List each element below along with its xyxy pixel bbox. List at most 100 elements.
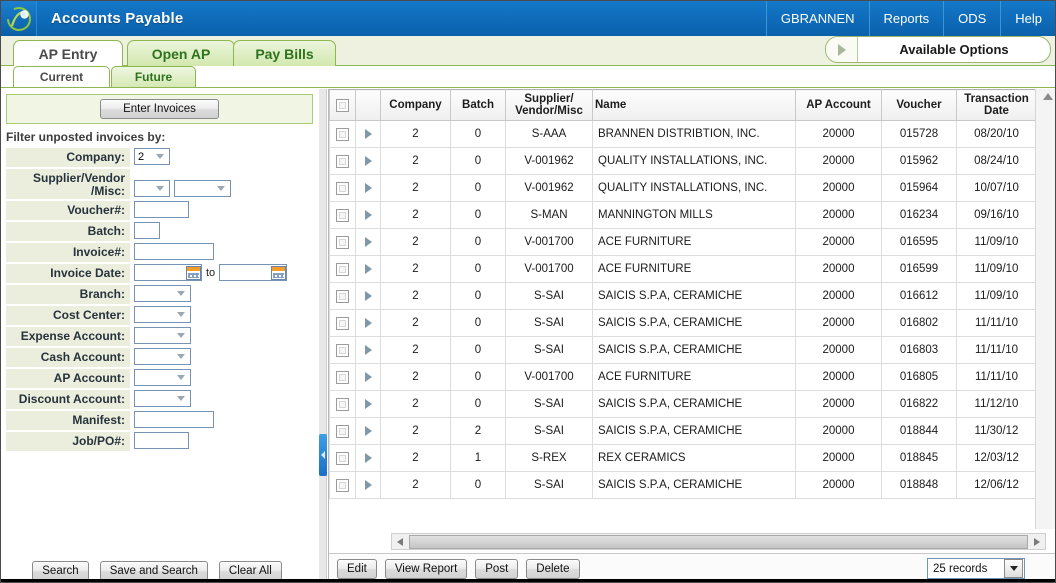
expand-row-icon[interactable]: [365, 318, 372, 328]
available-options-button[interactable]: Available Options: [825, 36, 1051, 63]
input-batch[interactable]: [134, 222, 160, 239]
input-invoice-number[interactable]: [134, 243, 214, 260]
header-name[interactable]: Name: [593, 90, 796, 121]
scroll-right-button[interactable]: [1029, 534, 1045, 549]
row-expand-cell[interactable]: [356, 391, 381, 418]
post-button[interactable]: Post: [475, 559, 518, 579]
expand-row-icon[interactable]: [365, 264, 372, 274]
row-select-cell[interactable]: [330, 445, 356, 472]
grid-vertical-scrollbar[interactable]: [1035, 89, 1056, 529]
header-supplier[interactable]: Supplier/ Vendor/Misc: [506, 90, 593, 121]
header-ap-account[interactable]: AP Account: [796, 90, 882, 121]
expand-row-icon[interactable]: [365, 426, 372, 436]
row-checkbox[interactable]: [336, 155, 349, 168]
row-checkbox[interactable]: [336, 479, 349, 492]
row-select-cell[interactable]: [330, 391, 356, 418]
header-transaction-date[interactable]: Transaction Date: [957, 90, 1037, 121]
table-row[interactable]: 22S-SAISAICIS S.P.A, CERAMICHE2000001884…: [330, 418, 1037, 445]
expand-row-icon[interactable]: [365, 210, 372, 220]
expand-row-icon[interactable]: [365, 183, 372, 193]
table-row[interactable]: 21S-REXREX CERAMICS2000001884512/03/12: [330, 445, 1037, 472]
header-select-all[interactable]: [330, 90, 356, 121]
table-row[interactable]: 20S-SAISAICIS S.P.A, CERAMICHE2000001680…: [330, 337, 1037, 364]
subtab-future[interactable]: Future: [111, 66, 196, 87]
row-checkbox[interactable]: [336, 182, 349, 195]
input-job-po[interactable]: [134, 432, 189, 449]
clear-all-button[interactable]: Clear All: [219, 561, 282, 581]
table-row[interactable]: 20S-SAISAICIS S.P.A, CERAMICHE2000001682…: [330, 391, 1037, 418]
select-cost-center[interactable]: [134, 306, 191, 323]
row-select-cell[interactable]: [330, 364, 356, 391]
row-expand-cell[interactable]: [356, 229, 381, 256]
select-discount-account[interactable]: [134, 390, 191, 407]
row-select-cell[interactable]: [330, 202, 356, 229]
select-supplier-type[interactable]: [134, 180, 170, 197]
row-checkbox[interactable]: [336, 128, 349, 141]
row-select-cell[interactable]: [330, 337, 356, 364]
expand-row-icon[interactable]: [365, 453, 372, 463]
select-all-checkbox[interactable]: [336, 99, 349, 112]
edit-button[interactable]: Edit: [337, 559, 377, 579]
row-select-cell[interactable]: [330, 148, 356, 175]
row-expand-cell[interactable]: [356, 202, 381, 229]
row-expand-cell[interactable]: [356, 148, 381, 175]
horizontal-scroll-thumb[interactable]: [409, 535, 1028, 549]
input-manifest[interactable]: [134, 411, 214, 428]
header-company[interactable]: Company: [381, 90, 451, 121]
subtab-current[interactable]: Current: [13, 66, 110, 87]
expand-row-icon[interactable]: [365, 237, 372, 247]
expand-row-icon[interactable]: [365, 129, 372, 139]
expand-row-icon[interactable]: [365, 345, 372, 355]
records-dropdown-button[interactable]: [1004, 559, 1023, 578]
row-checkbox[interactable]: [336, 398, 349, 411]
table-row[interactable]: 20S-SAISAICIS S.P.A, CERAMICHE2000001884…: [330, 472, 1037, 499]
row-checkbox[interactable]: [336, 425, 349, 438]
table-row[interactable]: 20S-AAABRANNEN DISTRIBTION, INC.20000015…: [330, 121, 1037, 148]
scroll-left-button[interactable]: [392, 534, 408, 549]
table-row[interactable]: 20V-001700ACE FURNITURE2000001680511/11/…: [330, 364, 1037, 391]
select-company[interactable]: 2: [134, 148, 170, 165]
row-expand-cell[interactable]: [356, 445, 381, 472]
select-ap-account[interactable]: [134, 369, 191, 386]
table-row[interactable]: 20V-001700ACE FURNITURE2000001659911/09/…: [330, 256, 1037, 283]
row-expand-cell[interactable]: [356, 364, 381, 391]
row-checkbox[interactable]: [336, 317, 349, 330]
row-select-cell[interactable]: [330, 229, 356, 256]
header-voucher[interactable]: Voucher: [882, 90, 957, 121]
row-select-cell[interactable]: [330, 121, 356, 148]
nav-reports[interactable]: Reports: [869, 1, 944, 36]
select-branch[interactable]: [134, 285, 191, 302]
table-row[interactable]: 20S-MANMANNINGTON MILLS2000001623409/16/…: [330, 202, 1037, 229]
view-report-button[interactable]: View Report: [385, 559, 467, 579]
row-checkbox[interactable]: [336, 452, 349, 465]
row-select-cell[interactable]: [330, 310, 356, 337]
row-select-cell[interactable]: [330, 256, 356, 283]
available-options-arrow[interactable]: [826, 37, 858, 62]
row-expand-cell[interactable]: [356, 175, 381, 202]
row-checkbox[interactable]: [336, 290, 349, 303]
table-row[interactable]: 20V-001962QUALITY INSTALLATIONS, INC.200…: [330, 175, 1037, 202]
grid-horizontal-scrollbar[interactable]: [391, 533, 1046, 550]
row-expand-cell[interactable]: [356, 337, 381, 364]
row-expand-cell[interactable]: [356, 283, 381, 310]
row-checkbox[interactable]: [336, 209, 349, 222]
row-select-cell[interactable]: [330, 418, 356, 445]
row-checkbox[interactable]: [336, 344, 349, 357]
row-expand-cell[interactable]: [356, 472, 381, 499]
select-supplier-value[interactable]: [174, 180, 231, 197]
enter-invoices-button[interactable]: Enter Invoices: [100, 99, 219, 119]
splitter-collapse-handle[interactable]: [319, 434, 327, 476]
row-expand-cell[interactable]: [356, 121, 381, 148]
input-voucher[interactable]: [134, 201, 189, 218]
delete-button[interactable]: Delete: [526, 559, 579, 579]
row-expand-cell[interactable]: [356, 256, 381, 283]
scroll-up-icon[interactable]: [1043, 93, 1053, 100]
row-select-cell[interactable]: [330, 283, 356, 310]
expand-row-icon[interactable]: [365, 372, 372, 382]
row-select-cell[interactable]: [330, 472, 356, 499]
row-select-cell[interactable]: [330, 175, 356, 202]
row-expand-cell[interactable]: [356, 310, 381, 337]
save-and-search-button[interactable]: Save and Search: [100, 561, 208, 581]
calendar-icon-to[interactable]: [271, 266, 286, 280]
records-per-page-select[interactable]: 25 records: [927, 558, 1025, 579]
